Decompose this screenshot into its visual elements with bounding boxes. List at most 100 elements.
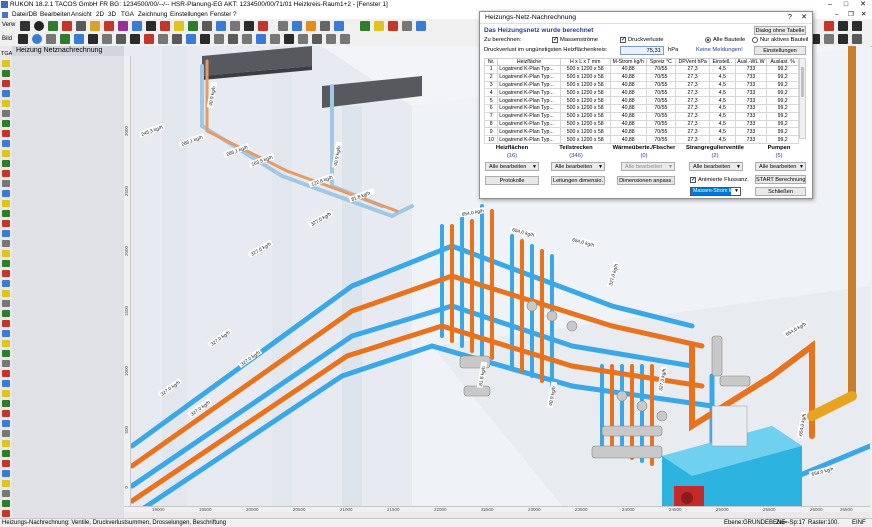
view-icon[interactable] <box>188 21 198 31</box>
close-panel-icon[interactable] <box>824 21 834 31</box>
menu-datei[interactable]: Datei/DB <box>12 11 37 18</box>
pipe-icon[interactable] <box>242 34 252 44</box>
menu-2d[interactable]: 2D <box>96 11 104 18</box>
refresh-icon[interactable] <box>74 34 84 44</box>
strangregulierventile-dropdown[interactable]: Alle bearbeiten ▼ <box>689 162 743 171</box>
tool-36-icon[interactable] <box>2 410 10 417</box>
paste-icon[interactable] <box>90 21 100 31</box>
waermeueberte-dropdown[interactable]: Alle bearbeiten ▼ <box>621 162 675 171</box>
einstellungen-button[interactable]: Einstellungen <box>754 46 806 55</box>
tool-7-icon[interactable] <box>2 120 10 127</box>
table-row[interactable]: 3 Logatrend K-Plan Typ... 500 x 1200 x 58 4… <box>483 80 799 90</box>
delete-icon[interactable] <box>62 21 72 31</box>
menu-fenster[interactable]: Fenster <box>210 11 231 18</box>
tool-16-icon[interactable] <box>2 210 10 217</box>
col-mstrom[interactable]: M-Strom kg/h <box>609 58 647 66</box>
col-dpvent[interactable]: DPVent hPa <box>675 58 710 66</box>
druckverlust-value-field[interactable]: 75,31 <box>620 46 664 55</box>
tool-2-icon[interactable] <box>2 70 10 77</box>
menu-einstellungen[interactable]: Einstellungen <box>170 11 208 18</box>
tool-24-icon[interactable] <box>2 290 10 297</box>
report-icon[interactable] <box>340 34 350 44</box>
filter-icon[interactable] <box>186 34 196 44</box>
zoom-out-icon[interactable] <box>60 34 70 44</box>
col-ausl-wl[interactable]: Ausl.-WL W <box>734 58 768 66</box>
help-icon[interactable] <box>416 21 426 31</box>
table-row[interactable]: 2 Logatrend K-Plan Typ... 500 x 1200 x 58 4… <box>483 72 799 82</box>
keine-meldungen-link[interactable]: Keine Meldungen! <box>696 47 743 53</box>
tool-44-icon[interactable] <box>2 490 10 497</box>
tool-17-icon[interactable] <box>2 220 10 227</box>
tool-18-icon[interactable] <box>2 230 10 237</box>
text-icon[interactable] <box>144 34 154 44</box>
print-icon[interactable] <box>202 21 212 31</box>
heizflaechen-dropdown[interactable]: Alle bearbeiten ▼ <box>485 162 539 171</box>
window-icon[interactable] <box>214 34 224 44</box>
table-row[interactable]: 10 Logatrend K-Plan Typ... 500 x 1200 x 58… <box>483 135 799 144</box>
tool-39-icon[interactable] <box>2 440 10 447</box>
tool-32-icon[interactable] <box>2 370 10 377</box>
dimensionen-anpass-button[interactable]: Dimensionen anpass. <box>617 176 675 185</box>
pan-icon[interactable] <box>292 21 302 31</box>
frame-icon[interactable] <box>88 34 98 44</box>
col-heizflaeche[interactable]: Heizfläche <box>497 58 561 66</box>
tool-4-icon[interactable] <box>2 90 10 97</box>
table-row[interactable]: 1 Logatrend K-Plan Typ... 500 x 1200 x 58 4… <box>483 65 799 74</box>
grid-icon[interactable] <box>146 21 156 31</box>
child-minimize-icon[interactable]: – <box>835 11 839 18</box>
navigator-icon[interactable] <box>838 34 848 44</box>
zoom-icon[interactable] <box>278 21 288 31</box>
list-icon[interactable] <box>360 21 370 31</box>
expand-icon[interactable] <box>852 21 862 31</box>
schliessen-button[interactable]: Schließen <box>755 187 806 196</box>
scissors-icon[interactable] <box>76 21 86 31</box>
col-nr[interactable]: Nr. <box>483 58 499 66</box>
dialog-help-icon[interactable]: ? <box>784 12 796 23</box>
tool-46-icon[interactable] <box>2 510 10 517</box>
menu-zeichnung[interactable]: Zeichnung <box>138 11 167 18</box>
table-row[interactable]: 8 Logatrend K-Plan Typ... 500 x 1200 x 58 4… <box>483 119 799 129</box>
tool-6-icon[interactable] <box>2 110 10 117</box>
warning-icon[interactable] <box>388 21 398 31</box>
calc-icon[interactable] <box>326 34 336 44</box>
tool-38-icon[interactable] <box>2 430 10 437</box>
layer-icon[interactable] <box>244 21 254 31</box>
info-icon[interactable] <box>402 21 412 31</box>
close-icon[interactable]: ✕ <box>855 0 871 10</box>
table-row[interactable]: 4 Logatrend K-Plan Typ... 500 x 1200 x 58 4… <box>483 88 799 98</box>
radiator-icon[interactable] <box>284 34 294 44</box>
child-restore-icon[interactable]: ❐ <box>848 11 854 18</box>
flow-display-select[interactable]: Massen-Strom kg/h ▼ <box>690 187 741 196</box>
table-row[interactable]: 5 Logatrend K-Plan Typ... 500 x 1200 x 58 4… <box>483 96 799 105</box>
folder-icon[interactable] <box>374 21 384 31</box>
library-icon[interactable] <box>852 34 862 44</box>
animierte-flussanz-checkbox[interactable]: ✓ <box>690 177 696 183</box>
table-row[interactable]: 9 Logatrend K-Plan Typ... 500 x 1200 x 58 4… <box>483 127 799 137</box>
dimension-icon[interactable] <box>158 34 168 44</box>
home-icon[interactable] <box>18 34 28 44</box>
zoom-in-icon[interactable] <box>46 34 56 44</box>
crop-icon[interactable] <box>102 34 112 44</box>
col-auslast[interactable]: Auslast. % <box>766 58 799 66</box>
valve-icon[interactable] <box>256 34 266 44</box>
massenstroeme-checkbox[interactable]: ✓ <box>552 37 558 43</box>
col-spreiz[interactable]: Spreiz °C <box>645 58 677 66</box>
render-icon[interactable] <box>216 21 226 31</box>
tool-45-icon[interactable] <box>2 500 10 507</box>
tool-25-icon[interactable] <box>2 300 10 307</box>
druckverluste-checkbox[interactable]: ✓ <box>620 37 626 43</box>
protokolle-button[interactable]: Protokolle <box>485 176 539 185</box>
maximize-icon[interactable]: □ <box>838 0 854 10</box>
menu-tga[interactable]: TGA <box>121 11 134 18</box>
tool-27-icon[interactable] <box>2 320 10 327</box>
measure-icon[interactable] <box>230 21 240 31</box>
table-scrollbar[interactable] <box>799 58 806 139</box>
tool-20-icon[interactable] <box>2 250 10 257</box>
tool-31-icon[interactable] <box>2 360 10 367</box>
tool-14-icon[interactable] <box>2 190 10 197</box>
gear-icon[interactable] <box>20 21 30 31</box>
view-3d-icon[interactable] <box>334 21 344 31</box>
tool-30-icon[interactable] <box>2 350 10 357</box>
select-icon[interactable] <box>118 21 128 31</box>
menu-3d[interactable]: 3D <box>108 11 116 18</box>
